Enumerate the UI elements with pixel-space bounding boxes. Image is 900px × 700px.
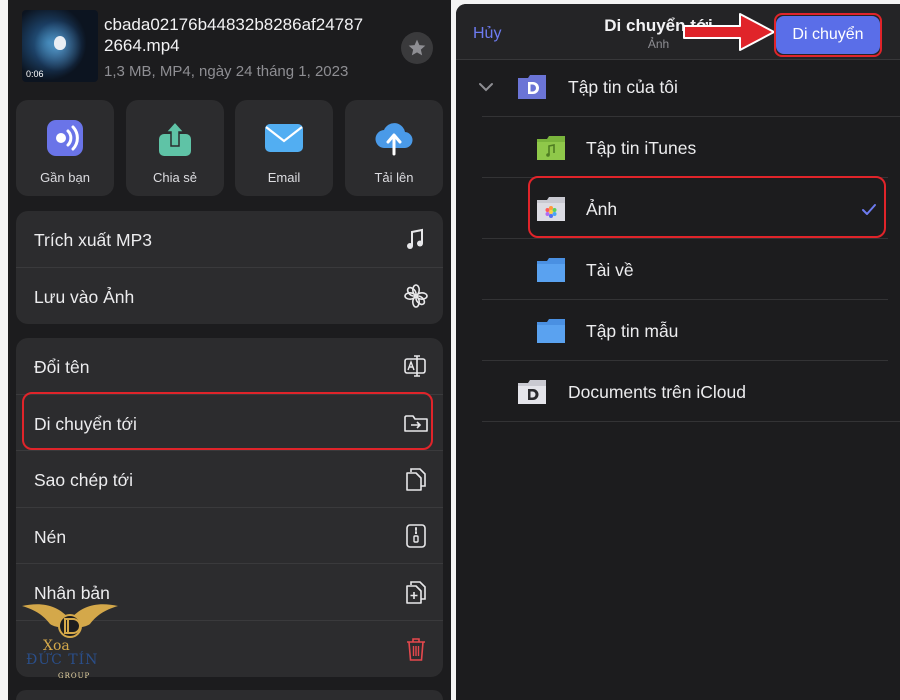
extract-mp3-item[interactable]: Trích xuất MP3 — [16, 211, 443, 268]
chevron-down-icon[interactable] — [478, 81, 494, 93]
favorite-button[interactable] — [401, 32, 433, 64]
move-to-highlight — [22, 392, 433, 450]
folder-icon — [537, 258, 565, 282]
share-button[interactable]: Chia sẻ — [126, 100, 224, 196]
documents-app-folder-icon — [518, 75, 546, 99]
email-label: Email — [267, 170, 301, 185]
folder-icon — [537, 319, 565, 343]
share-label: Chia sẻ — [152, 170, 198, 185]
file-name: cbada02176b44832b8286af24787 2664.mp4 — [104, 14, 404, 56]
apple-logo-icon — [54, 36, 66, 50]
folder-my-files-label: Tập tin của tôi — [568, 77, 678, 97]
trash-icon — [407, 637, 425, 661]
upload-button[interactable]: Tải lên — [345, 100, 443, 196]
video-thumbnail[interactable]: 0:06 — [22, 10, 98, 82]
folder-itunes-files-label: Tập tin iTunes — [586, 138, 697, 158]
red-arrow-icon — [683, 13, 775, 51]
copy-to-label: Sao chép tới — [34, 470, 134, 490]
cancel-button[interactable]: Hủy — [473, 25, 501, 43]
email-button[interactable]: Email — [235, 100, 333, 196]
duplicate-icon — [406, 581, 426, 604]
icloud-documents-icon — [518, 380, 546, 404]
file-header: 0:06 cbada02176b44832b8286af24787 2664.m… — [8, 0, 451, 92]
wings-emblem-icon — [22, 604, 118, 638]
share-icon — [159, 120, 191, 156]
copy-icon — [406, 468, 426, 491]
media-actions-group: Trích xuất MP3 Lưu vào Ảnh — [16, 211, 443, 324]
cloud-upload-icon — [375, 123, 413, 156]
share-nearby-label: Gần bạn — [40, 170, 90, 185]
itunes-folder-icon — [537, 136, 565, 160]
folder-sample-files-label: Tập tin mẫu — [586, 321, 679, 341]
star-icon — [408, 39, 426, 56]
rename-icon — [404, 355, 426, 377]
file-metadata: 1,3 MB, MP4, ngày 24 tháng 1, 2023 — [104, 63, 349, 80]
row-separator — [482, 360, 888, 361]
compress-item[interactable]: Nén — [16, 508, 443, 564]
more-actions-group — [16, 690, 443, 700]
compress-label: Nén — [34, 526, 67, 547]
rename-item[interactable]: Đổi tên — [16, 338, 443, 395]
folder-icloud-documents[interactable]: Documents trên iCloud — [456, 362, 900, 422]
file-actions-panel: 0:06 cbada02176b44832b8286af24787 2664.m… — [8, 0, 451, 700]
zip-icon — [406, 523, 426, 548]
photos-folder-highlight — [528, 176, 886, 238]
row-separator — [482, 421, 900, 422]
watermark-text-3: GROUP — [58, 672, 91, 680]
video-duration: 0:06 — [26, 69, 44, 79]
share-nearby-button[interactable]: Gần bạn — [16, 100, 114, 196]
share-actions-row: Gần bạn Chia sẻ Email Tải lên — [16, 100, 443, 196]
save-to-photos-item[interactable]: Lưu vào Ảnh — [16, 268, 443, 325]
extract-mp3-label: Trích xuất MP3 — [34, 230, 152, 250]
folder-downloads[interactable]: Tài về — [456, 240, 900, 300]
row-separator — [482, 238, 888, 239]
rename-label: Đổi tên — [34, 357, 90, 377]
watermark-logo: Xoa ĐỨC TÍN GROUP — [18, 598, 122, 688]
file-name-line-2: 2664.mp4 — [104, 36, 180, 55]
music-note-icon — [407, 228, 423, 249]
row-separator — [482, 116, 900, 117]
file-name-line-1: cbada02176b44832b8286af24787 — [104, 15, 364, 34]
folder-itunes-files[interactable]: Tập tin iTunes — [456, 118, 900, 178]
mail-icon — [265, 124, 303, 152]
folder-sample-files[interactable]: Tập tin mẫu — [456, 301, 900, 361]
upload-label: Tải lên — [374, 170, 414, 185]
move-destination-sheet: Hủy Di chuyển tới Ảnh Di chuyển Tập tin … — [456, 4, 900, 700]
row-separator — [482, 299, 888, 300]
flower-icon — [404, 283, 428, 308]
folder-downloads-label: Tài về — [586, 260, 634, 280]
airdrop-icon — [47, 120, 83, 156]
confirm-highlight — [774, 13, 882, 57]
folder-my-files[interactable]: Tập tin của tôi — [456, 57, 900, 117]
watermark-text-2: ĐỨC TÍN — [26, 652, 99, 668]
copy-to-item[interactable]: Sao chép tới — [16, 451, 443, 508]
save-to-photos-label: Lưu vào Ảnh — [34, 286, 135, 307]
folder-icloud-documents-label: Documents trên iCloud — [568, 382, 746, 402]
